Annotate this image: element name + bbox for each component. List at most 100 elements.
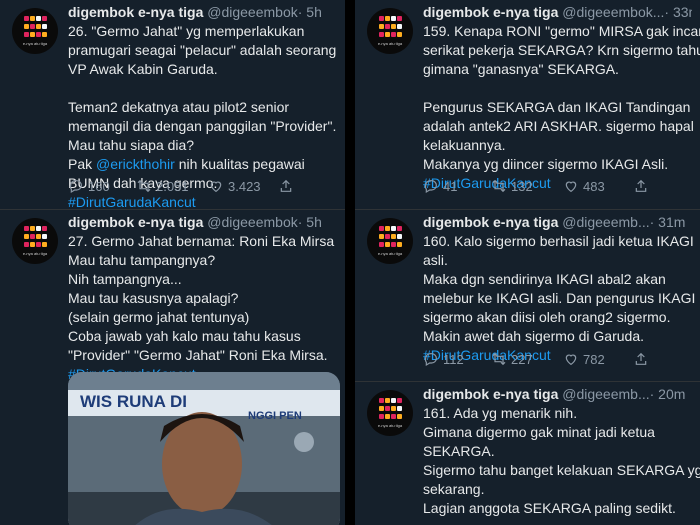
tweet-time[interactable]: · 31m bbox=[650, 214, 686, 230]
avatar[interactable]: e-nya atu tiga bbox=[367, 390, 413, 436]
share-button[interactable] bbox=[633, 351, 649, 367]
tweet-line: Nih tampangnya... bbox=[68, 271, 182, 287]
tweet-text: 159. Kenapa RONI "germo" MIRSA gak incar… bbox=[423, 22, 700, 193]
author-handle[interactable]: @digeeembok... bbox=[562, 4, 664, 20]
reply-button[interactable]: 41 bbox=[423, 178, 457, 194]
tweet-159[interactable]: e-nya atu tiga digembok e-nya tiga @dige… bbox=[355, 0, 700, 210]
retweet-icon bbox=[492, 352, 506, 366]
avatar[interactable]: e-nya atu tiga bbox=[12, 8, 58, 54]
avatar-caption: e-nya atu tiga bbox=[22, 41, 48, 46]
author-name[interactable]: digembok e-nya tiga bbox=[423, 386, 558, 402]
tweet-line: Makin awet dah sigermo di Garuda. bbox=[423, 328, 644, 344]
tweet-line: 26. "Germo Jahat" yg memperlakukan bbox=[68, 23, 305, 39]
like-button[interactable]: 483 bbox=[563, 178, 605, 194]
tweet-header: digembok e-nya tiga @digeeemb...· 20m bbox=[423, 386, 692, 404]
author-name[interactable]: digembok e-nya tiga bbox=[68, 4, 203, 20]
author-handle[interactable]: @digeeemb... bbox=[562, 386, 649, 402]
reply-button[interactable]: 160 bbox=[68, 178, 110, 194]
reply-icon bbox=[69, 180, 82, 194]
reply-icon bbox=[424, 353, 437, 367]
tweet-line: kelakuannya. bbox=[423, 137, 506, 153]
author-handle[interactable]: @digeeemb... bbox=[562, 214, 649, 230]
like-count: 483 bbox=[583, 178, 605, 194]
avatar[interactable]: e-nya atu tiga bbox=[12, 218, 58, 264]
share-button[interactable] bbox=[278, 178, 294, 194]
tweet-actions: 41 132 483 bbox=[423, 178, 680, 198]
padlock-logo-icon bbox=[24, 226, 47, 247]
like-icon bbox=[210, 181, 222, 193]
tweet-line: "Provider" "Germo Jahat" Roni Eka Mirsa. bbox=[68, 347, 328, 363]
author-name[interactable]: digembok e-nya tiga bbox=[68, 214, 203, 230]
tweet-line: Makanya yg diincer sigermo IKAGI Asli. bbox=[423, 156, 669, 172]
tweet-line: sigermo akan diisi oleh orang2 sigermo. bbox=[423, 309, 671, 325]
tweet-line: Maka dgn sendirinya IKAGI abal2 akan bbox=[423, 271, 666, 287]
tweet-line: 27. Germo Jahat bernama: Roni Eka Mirsa bbox=[68, 233, 335, 249]
left-timeline-column[interactable]: e-nya atu tiga digembok e-nya tiga @dige… bbox=[0, 0, 345, 525]
padlock-logo-icon bbox=[379, 398, 402, 419]
retweet-count: 227 bbox=[511, 351, 533, 367]
tweet-line: SEKARGA. bbox=[423, 443, 495, 459]
tweet-line: serikat pekerja SEKARGA? Krn sigermo tah… bbox=[423, 42, 700, 58]
tweet-161[interactable]: e-nya atu tiga digembok e-nya tiga @dige… bbox=[355, 382, 700, 525]
tweet-line: Mau tau kasusnya apalagi? bbox=[68, 290, 239, 306]
right-timeline-column[interactable]: e-nya atu tiga digembok e-nya tiga @dige… bbox=[355, 0, 700, 525]
tweet-line: Mau tahu tampangnya? bbox=[68, 252, 216, 268]
retweet-icon bbox=[137, 179, 151, 193]
tweet-line: Teman2 dekatnya atau pilot2 senior bbox=[68, 99, 290, 115]
photo-banner-text: WIS RUNA DI bbox=[80, 392, 188, 411]
share-icon bbox=[635, 352, 647, 365]
tweet-line: sekarang. bbox=[423, 481, 485, 497]
like-count: 782 bbox=[583, 351, 605, 367]
like-button[interactable]: 3.423 bbox=[208, 178, 261, 194]
photo-banner-text-2: NGGI PEN bbox=[248, 410, 302, 422]
tweet-line: melebur ke IKAGI asli. Dan pengurus IKAG… bbox=[423, 290, 696, 306]
tweet-photo[interactable]: WIS RUNA DI NGGI PEN bbox=[68, 372, 340, 525]
tweet-time[interactable]: · 5h bbox=[298, 4, 322, 20]
tweet-line: adalah antek2 ARI ASKHAR. sigermo hapal bbox=[423, 118, 694, 134]
reply-icon bbox=[424, 180, 437, 194]
author-handle[interactable]: @digeeembok bbox=[207, 214, 298, 230]
tweet-actions: 160 2.051 3.423 bbox=[68, 178, 325, 198]
tweet-line: asli. bbox=[423, 252, 448, 268]
tweet-line: Coba jawab yah kalo mau tahu kasus bbox=[68, 328, 301, 344]
tweet-line: 160. Kalo sigermo berhasil jadi ketua IK… bbox=[423, 233, 694, 249]
avatar[interactable]: e-nya atu tiga bbox=[367, 8, 413, 54]
tweet-text: 161. Ada yg menarik nih. Gimana digermo … bbox=[423, 404, 700, 518]
like-button[interactable]: 782 bbox=[563, 351, 605, 367]
reply-count: 41 bbox=[443, 178, 458, 194]
retweet-count: 132 bbox=[511, 178, 533, 194]
tweet-line: gimana "ganasnya" SEKARGA. bbox=[423, 61, 619, 77]
tweet-time[interactable]: · 33m bbox=[664, 4, 692, 20]
like-icon bbox=[565, 181, 577, 193]
author-name[interactable]: digembok e-nya tiga bbox=[423, 4, 558, 20]
avatar[interactable]: e-nya atu tiga bbox=[367, 218, 413, 264]
avatar-caption: e-nya atu tiga bbox=[22, 251, 48, 256]
reply-button[interactable]: 112 bbox=[423, 351, 464, 367]
like-count: 3.423 bbox=[228, 178, 261, 194]
like-icon bbox=[565, 354, 577, 366]
tweet-header: digembok e-nya tiga @digeeemb...· 31m bbox=[423, 214, 692, 232]
retweet-button[interactable]: 132 bbox=[491, 178, 533, 194]
reply-count: 160 bbox=[88, 178, 110, 194]
share-button[interactable] bbox=[633, 178, 649, 194]
tweet-27[interactable]: e-nya atu tiga digembok e-nya tiga @dige… bbox=[0, 210, 345, 525]
reply-count: 112 bbox=[443, 351, 464, 367]
tweet-line: Pengurus SEKARGA dan IKAGI Tandingan bbox=[423, 99, 691, 115]
padlock-logo-icon bbox=[379, 16, 402, 37]
tweet-text: 160. Kalo sigermo berhasil jadi ketua IK… bbox=[423, 232, 696, 365]
avatar-caption: e-nya atu tiga bbox=[377, 423, 403, 428]
author-handle[interactable]: @digeeembok bbox=[207, 4, 298, 20]
tweet-line-mention: Pak @erickthohir nih kualitas pegawai bbox=[68, 156, 305, 172]
tweet-time[interactable]: · 5h bbox=[298, 214, 322, 230]
author-name[interactable]: digembok e-nya tiga bbox=[423, 214, 558, 230]
mention-link[interactable]: @erickthohir bbox=[96, 156, 175, 172]
tweet-160[interactable]: e-nya atu tiga digembok e-nya tiga @dige… bbox=[355, 210, 700, 382]
retweet-button[interactable]: 227 bbox=[491, 351, 533, 367]
tweet-time[interactable]: · 20m bbox=[650, 386, 686, 402]
tweet-26[interactable]: e-nya atu tiga digembok e-nya tiga @dige… bbox=[0, 0, 345, 210]
retweet-count: 2.051 bbox=[156, 178, 189, 194]
retweet-button[interactable]: 2.051 bbox=[136, 178, 189, 194]
tweet-line: 159. Kenapa RONI "germo" MIRSA gak incar bbox=[423, 23, 700, 39]
padlock-logo-icon bbox=[24, 16, 47, 37]
tweet-line: VP Awak Kabin Garuda. bbox=[68, 61, 218, 77]
